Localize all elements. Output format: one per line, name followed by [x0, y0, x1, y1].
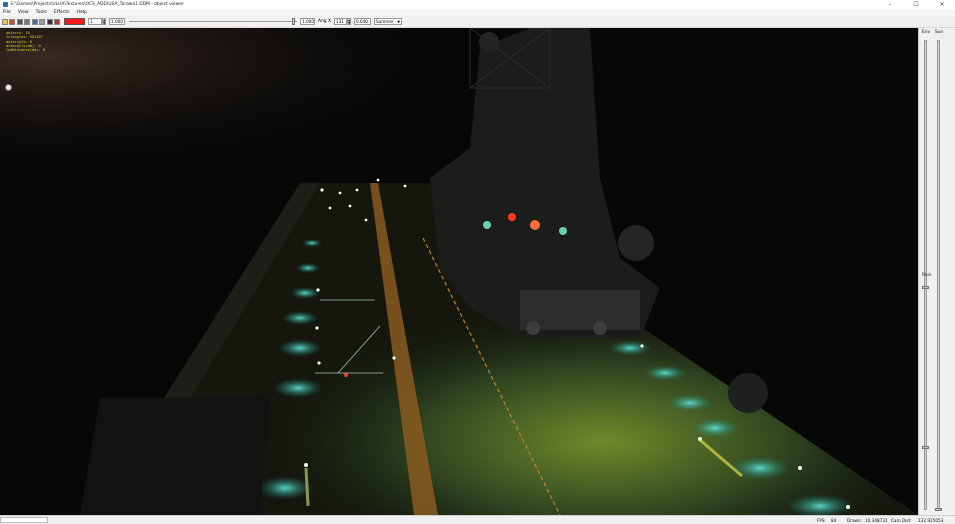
menu-help[interactable]: Help: [74, 10, 91, 15]
screenshot-icon[interactable]: [54, 18, 60, 25]
season-value: Summer: [375, 19, 394, 24]
red-light: [508, 213, 516, 221]
env-slider-thumb[interactable]: [922, 446, 929, 449]
rain-slider-thumb[interactable]: [922, 286, 929, 289]
radome: [618, 225, 654, 261]
edge-light-cone: [643, 365, 687, 381]
radome-aft: [728, 373, 768, 413]
angle-field[interactable]: 131: [333, 18, 347, 25]
slider-value-field[interactable]: 1.000: [300, 18, 315, 25]
wheel: [526, 321, 540, 335]
env-label: Env: [922, 30, 930, 35]
scale-field[interactable]: 1.000: [109, 18, 125, 25]
angle-spinner[interactable]: ▲ ▼: [346, 18, 351, 25]
3d-viewport[interactable]: objects: 14 triangles: 981407 materials:…: [0, 28, 918, 515]
lighting-icon[interactable]: [24, 18, 30, 25]
stats-line: lodDistance(dm): 0: [6, 48, 45, 53]
camdist-label: Cam Dist:: [891, 517, 912, 523]
fps-label: FPS:: [817, 517, 827, 523]
close-button[interactable]: ✕: [929, 0, 955, 9]
wheel: [593, 321, 607, 335]
edge-light-cone: [690, 418, 740, 438]
chevron-down-icon: ▼: [397, 20, 400, 24]
time-slider[interactable]: [129, 18, 297, 25]
minimize-button[interactable]: –: [877, 0, 903, 9]
season-select[interactable]: Summer ▼: [373, 18, 402, 25]
sun-label: Sun: [935, 30, 944, 35]
edge-light-cone: [257, 476, 313, 500]
rain-label: Rain: [922, 273, 932, 278]
edge-light-cone: [730, 456, 790, 480]
window-title: E:\Games\Projects\ULHA\Textures\OCS_ADD\…: [11, 2, 184, 7]
textures-icon[interactable]: [9, 18, 15, 25]
app-icon: [3, 2, 8, 7]
camdist-value: 132.925053: [918, 517, 944, 523]
edge-light-cone: [666, 394, 714, 412]
angle-label: Ang X: [318, 19, 331, 24]
window-controls: – ☐ ✕: [877, 0, 955, 9]
wireframe-icon[interactable]: [16, 18, 23, 25]
open-icon[interactable]: [1, 18, 8, 25]
island-light: [483, 221, 491, 229]
scene-render: [0, 28, 918, 515]
fps-value: 84: [831, 517, 837, 523]
light-color-swatch[interactable]: [64, 18, 85, 25]
intensity-field[interactable]: 0.640: [353, 18, 371, 25]
menu-file[interactable]: File: [0, 10, 15, 15]
edge-light-cone: [282, 311, 318, 325]
sun-slider[interactable]: [937, 40, 940, 510]
background-icon[interactable]: [46, 18, 53, 25]
radar-dome: [479, 32, 499, 52]
menu-effects[interactable]: Effects: [51, 10, 74, 15]
stats-overlay: objects: 14 triangles: 981407 materials:…: [6, 31, 45, 52]
menu-tools[interactable]: Tools: [33, 10, 51, 15]
red-light: [344, 373, 348, 377]
edge-light-cone: [273, 378, 323, 398]
deck-elevator: [80, 398, 270, 515]
normals-icon[interactable]: [31, 18, 38, 25]
menu-bar: File View Tools Effects Help: [0, 9, 955, 16]
maximize-button[interactable]: ☐: [903, 0, 929, 9]
drawn-value: 10.348731: [865, 517, 888, 523]
edge-light-cone: [296, 263, 320, 273]
edge-light-cone: [302, 239, 322, 247]
drawn-label: Drawn:: [847, 517, 863, 523]
grid-icon[interactable]: [39, 18, 45, 25]
edge-light-cone: [290, 287, 320, 299]
deck-light-bar: [304, 467, 310, 507]
compass-icon[interactable]: [5, 84, 12, 91]
stats-line: triangles: 981407: [6, 35, 43, 40]
side-panel: Env Sun Rain: [918, 28, 955, 515]
status-field: [0, 517, 48, 523]
lod-spinner[interactable]: ▲ ▼: [102, 18, 106, 25]
edge-light-cone: [608, 340, 652, 356]
edge-light-cone: [278, 339, 322, 357]
menu-view[interactable]: View: [15, 10, 33, 15]
sun-slider-thumb[interactable]: [935, 508, 942, 511]
toolbar: 1 ▲ ▼ 1.000 1.000 Ang X 131 ▲ ▼ 0.640 Summ…: [0, 16, 955, 28]
island-light: [559, 227, 567, 235]
slider-thumb[interactable]: [292, 18, 295, 25]
lod-field[interactable]: 1: [88, 18, 102, 25]
slider-line: [129, 21, 297, 22]
red-light: [530, 220, 540, 230]
